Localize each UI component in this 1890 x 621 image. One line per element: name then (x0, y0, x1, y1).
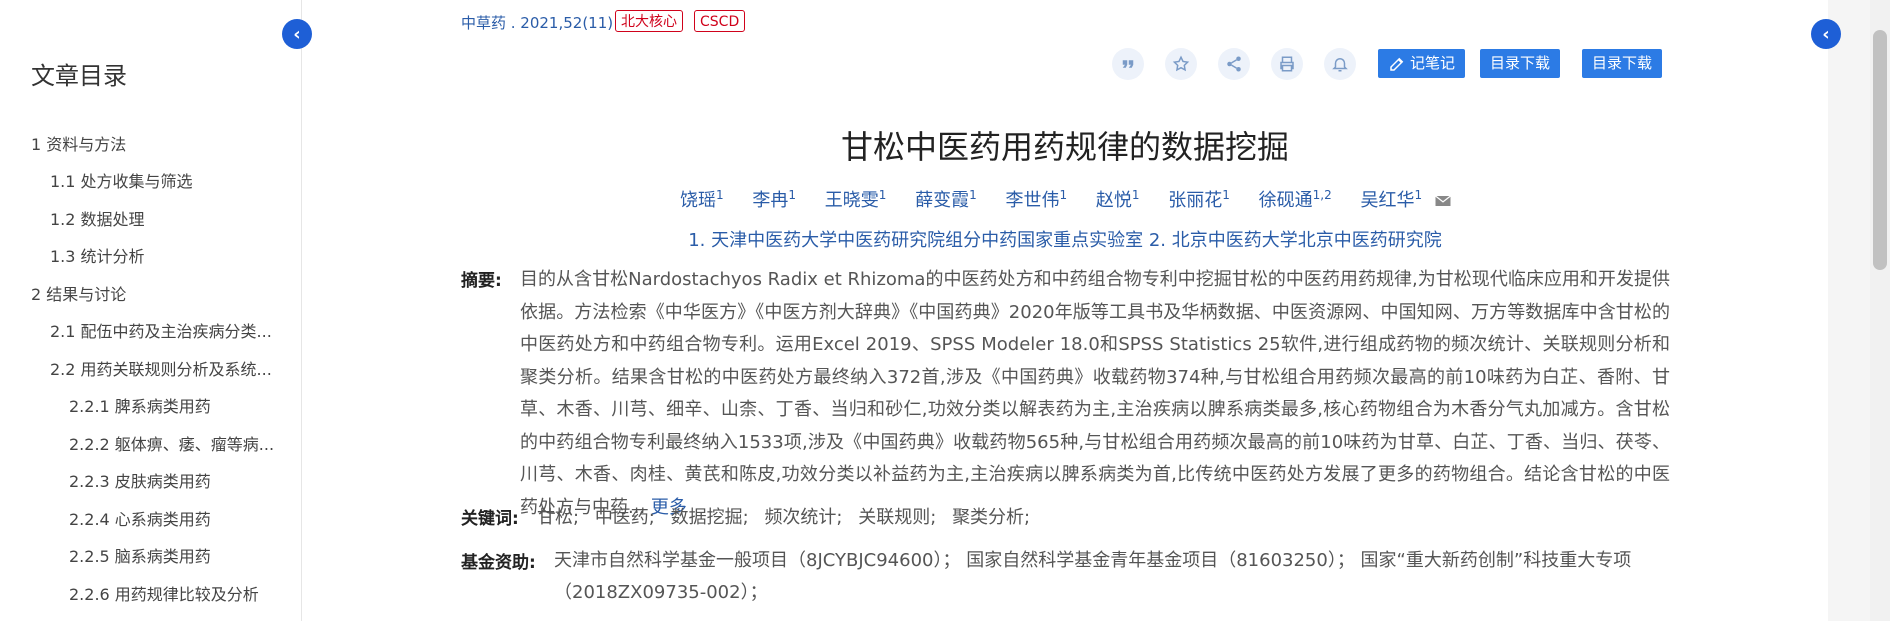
badge-pku-core: 北大核心 (615, 10, 683, 32)
toc-download-label: 目录下载 (1490, 54, 1551, 72)
fund-text: 天津市自然科学基金一般项目（8JCYBJC94600）； 国家自然科学基金青年基… (554, 550, 1632, 603)
page-scrollbar[interactable] (1870, 0, 1890, 621)
collapse-sidebar-icon[interactable]: ‹ (282, 19, 312, 49)
toc-item[interactable]: 1.3 统计分析 (50, 243, 145, 267)
mail-icon[interactable] (1433, 191, 1453, 211)
keyword-link[interactable]: 数据挖掘; (671, 507, 749, 528)
toc-item[interactable]: 1 资料与方法 (31, 131, 126, 155)
take-note-button[interactable]: 记笔记 (1378, 49, 1466, 78)
keyword-link[interactable]: 甘松; (537, 507, 579, 528)
abstract-label: 摘要: (461, 271, 502, 291)
toc-item[interactable]: 2.2.6 用药规律比较及分析 (69, 581, 259, 605)
article-title: 甘松中医药用药规律的数据挖掘 (840, 128, 1289, 166)
abstract-text: 目的从含甘松Nardostachyos Radix et Rhizoma的中医药… (520, 269, 1670, 518)
toc-title: 文章目录 (31, 62, 127, 90)
author-list: 饶瑶1 李冉1 王晓雯1 薛变霞1 李世伟1 赵悦1 张丽花1 徐砚通1,2 吴… (680, 186, 1453, 212)
toc-item[interactable]: 2.2.5 脑系病类用药 (69, 543, 211, 567)
author-link[interactable]: 李冉1 (752, 186, 796, 212)
star-icon[interactable] (1165, 48, 1197, 80)
bell-icon[interactable] (1324, 48, 1356, 80)
toc-item[interactable]: 2.2 用药关联规则分析及系统... (50, 356, 272, 380)
journal-source[interactable]: 中草药 . 2021,52(11) (461, 12, 613, 33)
author-link[interactable]: 王晓雯1 (825, 186, 887, 212)
pen-icon (1390, 57, 1404, 71)
toc-download-label: 目录下载 (1592, 54, 1653, 72)
toc-item[interactable]: 1.1 处方收集与筛选 (50, 168, 193, 192)
keywords-label: 关键词: (461, 509, 519, 529)
toc-sidebar: 文章目录 1 资料与方法 1.1 处方收集与筛选 1.2 数据处理 1.3 统计… (0, 0, 302, 621)
author-link[interactable]: 吴红华1 (1360, 186, 1422, 212)
toc-item[interactable]: 1.2 数据处理 (50, 206, 145, 230)
toc-item[interactable]: 2.2.1 脾系病类用药 (69, 393, 211, 417)
author-link[interactable]: 薛变霞1 (915, 186, 977, 212)
share-icon[interactable] (1218, 48, 1250, 80)
toc-download-button-2[interactable]: 目录下载 (1582, 49, 1663, 78)
toc-item[interactable]: 2 结果与讨论 (31, 281, 126, 305)
keyword-link[interactable]: 中医药; (595, 507, 655, 528)
keyword-list: 甘松; 中医药; 数据挖掘; 频次统计; 关联规则; 聚类分析; (537, 503, 1040, 529)
print-icon[interactable] (1271, 48, 1303, 80)
fund-label: 基金资助: (461, 553, 536, 573)
badge-cscd: CSCD (694, 10, 746, 32)
affiliations[interactable]: 1. 天津中医药大学中医药研究院组分中药国家重点实验室 2. 北京中医药大学北京… (302, 226, 1828, 252)
right-gutter (1828, 0, 1870, 621)
author-link[interactable]: 张丽花1 (1168, 186, 1230, 212)
toc-item[interactable]: 2.1 配伍中药及主治疾病分类... (50, 318, 272, 342)
toc-item[interactable]: 2.2.2 躯体痹、痿、瘤等病... (69, 431, 274, 455)
keyword-link[interactable]: 频次统计; (764, 507, 842, 528)
collapse-right-panel-icon[interactable]: ‹ (1811, 19, 1841, 49)
keyword-link[interactable]: 关联规则; (858, 507, 936, 528)
toc-item[interactable]: 2.2.3 皮肤病类用药 (69, 468, 211, 492)
author-link[interactable]: 饶瑶1 (680, 186, 724, 212)
toc-download-button[interactable]: 目录下载 (1480, 49, 1561, 78)
quote-icon[interactable] (1112, 48, 1144, 80)
keyword-link[interactable]: 聚类分析; (952, 507, 1030, 528)
author-link[interactable]: 李世伟1 (1006, 186, 1068, 212)
toc-item[interactable]: 2.2.4 心系病类用药 (69, 506, 211, 530)
article-panel: 中草药 . 2021,52(11) 北大核心 CSCD 记笔记 目录下载 目录下… (302, 0, 1828, 621)
author-link[interactable]: 赵悦1 (1096, 186, 1140, 212)
author-link[interactable]: 徐砚通1,2 (1259, 186, 1332, 212)
scrollbar-thumb[interactable] (1873, 30, 1887, 270)
take-note-label: 记笔记 (1410, 54, 1456, 72)
